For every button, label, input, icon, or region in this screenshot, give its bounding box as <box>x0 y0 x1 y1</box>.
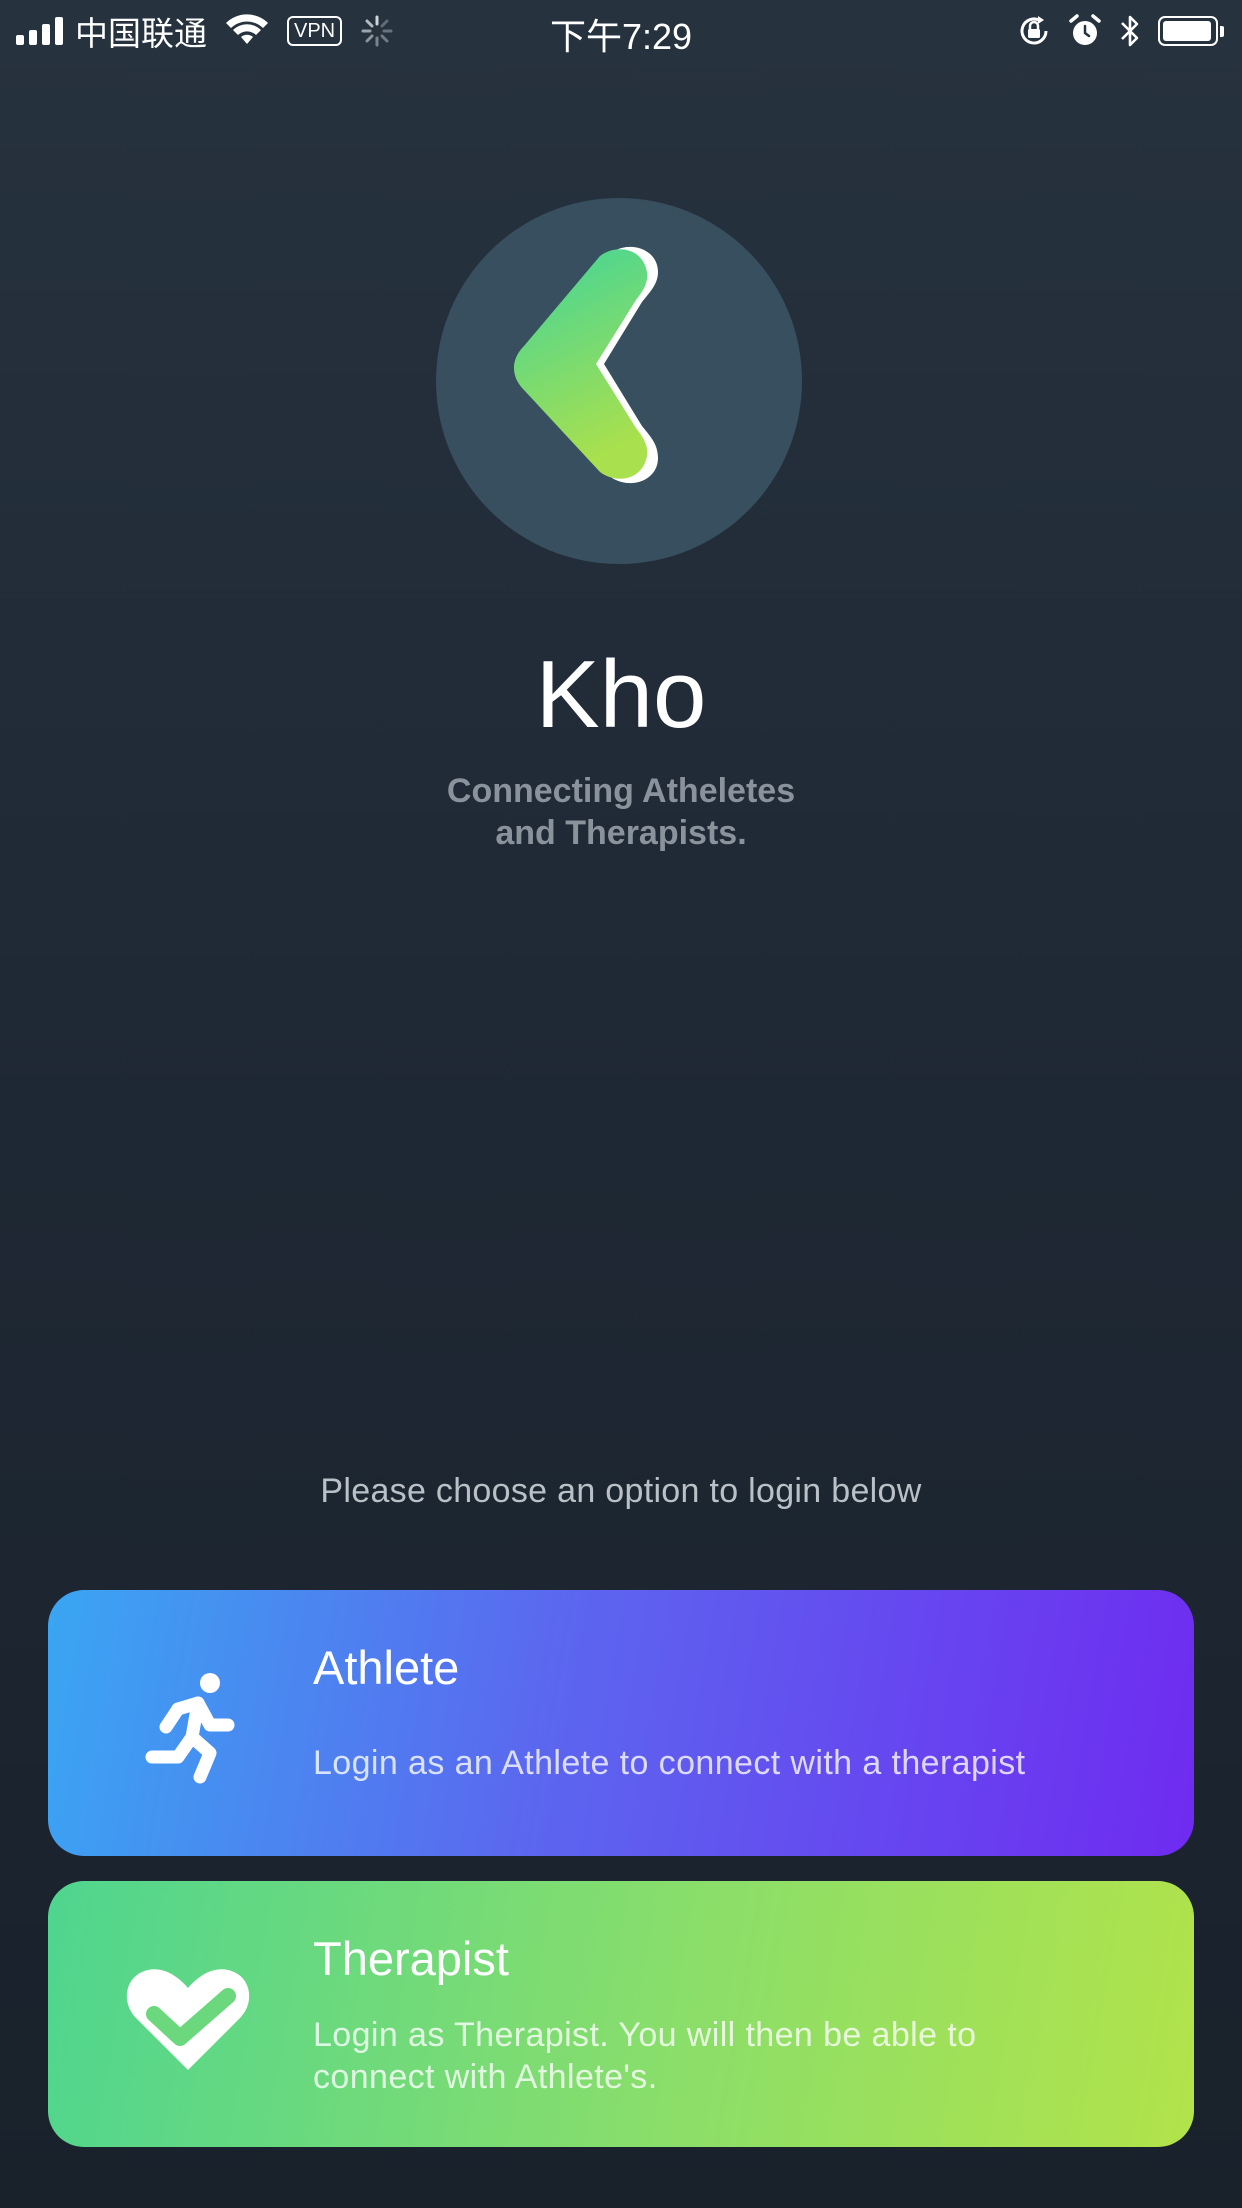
therapist-description-line-1: Login as Therapist. You will then be abl… <box>313 2016 977 2054</box>
running-person-icon <box>145 1673 235 1784</box>
therapist-login-button[interactable]: Therapist Login as Therapist. You will t… <box>48 1881 1194 2147</box>
rotation-lock-icon <box>1020 16 1048 45</box>
tagline-line-2: and Therapists. <box>495 814 747 852</box>
athlete-login-button[interactable]: Athlete Login as an Athlete to connect w… <box>48 1590 1194 1856</box>
therapist-title: Therapist <box>313 1932 509 1985</box>
therapist-description-line-2: connect with Athlete's. <box>313 2058 658 2096</box>
therapist-description: Login as Therapist. You will then be abl… <box>313 2014 1133 2098</box>
heart-check-icon <box>126 1969 250 2070</box>
app-logo <box>436 198 802 564</box>
battery-icon <box>1158 14 1228 48</box>
status-bar-right <box>1016 10 1228 52</box>
tagline-line-1: Connecting Atheletes <box>446 772 796 810</box>
alarm-icon <box>1069 14 1101 45</box>
status-bar: 中国联通 VPN 下午7:29 <box>0 0 1242 62</box>
login-prompt: Please choose an option to login below <box>320 1472 922 1510</box>
athlete-title: Athlete <box>313 1641 460 1694</box>
bluetooth-icon <box>1121 15 1139 47</box>
kho-chevron-logo-icon <box>514 246 658 484</box>
app-tagline: Connecting Atheletes and Therapists. <box>321 770 921 854</box>
athlete-description: Login as an Athlete to connect with a th… <box>313 1744 1026 1782</box>
app-title: Kho <box>535 641 707 748</box>
